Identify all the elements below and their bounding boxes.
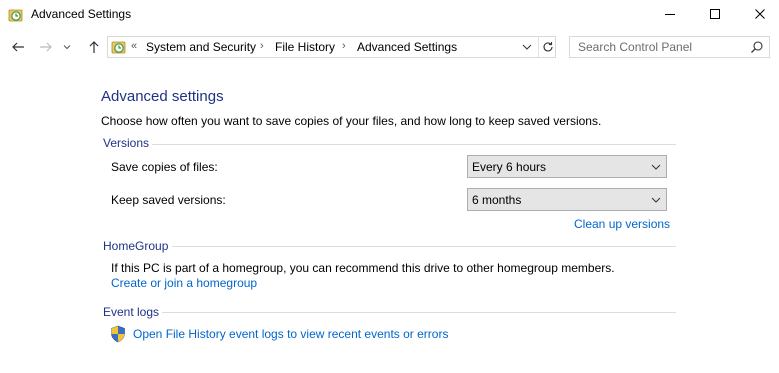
breadcrumb-file-history[interactable]: File History bbox=[275, 40, 335, 54]
close-button[interactable] bbox=[737, 0, 779, 28]
keep-versions-select[interactable]: 6 months bbox=[467, 188, 667, 211]
file-history-icon bbox=[8, 9, 23, 22]
back-arrow-icon bbox=[12, 42, 24, 52]
keep-versions-value: 6 months bbox=[472, 193, 522, 207]
up-button[interactable] bbox=[84, 37, 104, 57]
file-history-icon bbox=[111, 41, 126, 54]
search-box[interactable]: Search Control Panel bbox=[569, 36, 770, 58]
keep-versions-label: Keep saved versions: bbox=[111, 193, 226, 207]
window-title: Advanced Settings bbox=[31, 7, 132, 21]
close-icon bbox=[755, 9, 765, 19]
forward-button[interactable] bbox=[36, 37, 56, 57]
page-description: Choose how often you want to save copies… bbox=[101, 114, 602, 128]
create-or-join-homegroup-link[interactable]: Create or join a homegroup bbox=[111, 276, 257, 290]
open-event-logs-link[interactable]: Open File History event logs to view rec… bbox=[133, 327, 448, 341]
search-icon[interactable] bbox=[750, 40, 764, 54]
chevron-down-icon bbox=[651, 164, 661, 170]
maximize-button[interactable] bbox=[692, 0, 738, 28]
overflow-chevron-icon[interactable]: « bbox=[131, 40, 137, 52]
breadcrumb-separator-icon[interactable]: › bbox=[342, 40, 346, 52]
versions-divider bbox=[152, 144, 676, 145]
recent-locations-button[interactable] bbox=[60, 37, 74, 57]
refresh-button[interactable] bbox=[538, 37, 557, 57]
homegroup-group-label: HomeGroup bbox=[103, 239, 169, 253]
page-title: Advanced settings bbox=[101, 88, 224, 105]
refresh-icon bbox=[543, 42, 553, 52]
save-copies-select[interactable]: Every 6 hours bbox=[467, 155, 667, 178]
maximize-icon bbox=[710, 9, 720, 19]
title-bar: Advanced Settings bbox=[0, 0, 779, 30]
event-logs-group-label: Event logs bbox=[103, 305, 160, 319]
event-logs-divider bbox=[162, 312, 676, 313]
address-dropdown-button[interactable] bbox=[520, 40, 534, 54]
search-placeholder[interactable]: Search Control Panel bbox=[578, 40, 692, 54]
save-copies-label: Save copies of files: bbox=[111, 160, 218, 174]
breadcrumb-separator-icon[interactable]: › bbox=[260, 40, 264, 52]
breadcrumb-advanced-settings[interactable]: Advanced Settings bbox=[357, 40, 457, 54]
address-bar[interactable]: « System and Security › File History › A… bbox=[107, 36, 556, 58]
save-copies-value: Every 6 hours bbox=[472, 160, 547, 174]
minimize-icon bbox=[665, 14, 675, 15]
homegroup-divider bbox=[172, 246, 676, 247]
chevron-down-icon bbox=[63, 45, 71, 50]
chevron-down-icon bbox=[522, 44, 532, 50]
back-button[interactable] bbox=[8, 37, 28, 57]
chevron-down-icon bbox=[651, 197, 661, 203]
homegroup-text: If this PC is part of a homegroup, you c… bbox=[111, 261, 615, 275]
clean-up-versions-link[interactable]: Clean up versions bbox=[574, 217, 670, 231]
minimize-button[interactable] bbox=[647, 0, 693, 28]
breadcrumb-system-and-security[interactable]: System and Security bbox=[146, 40, 256, 54]
shield-icon bbox=[111, 325, 125, 343]
up-arrow-icon bbox=[89, 41, 99, 53]
forward-arrow-icon bbox=[40, 42, 52, 52]
versions-group-label: Versions bbox=[103, 136, 150, 150]
